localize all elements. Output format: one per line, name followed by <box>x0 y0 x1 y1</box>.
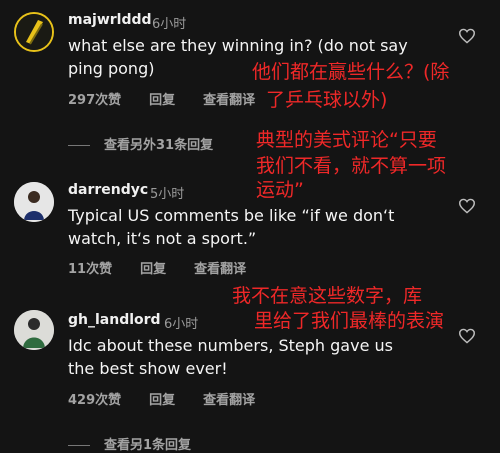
comment-text-line: watch, it‘s not a sport.” <box>68 229 257 248</box>
comment-item: gh_landlord 6小时 Idc about these numbers,… <box>0 280 500 453</box>
comment-actions: 297次赞 回复 查看翻译 <box>68 89 283 108</box>
comment-actions: 11次赞 回复 查看翻译 <box>68 258 274 277</box>
comment-item: darrendyc 5小时 Typical US comments be lik… <box>0 129 500 280</box>
divider-line <box>68 145 90 146</box>
comment-text-line: Idc about these numbers, Steph gave us <box>68 336 393 355</box>
reply-button[interactable]: 回复 <box>140 262 166 277</box>
heart-icon[interactable] <box>458 198 476 214</box>
avatar[interactable] <box>14 12 54 52</box>
comment-text-line: ping pong) <box>68 59 155 78</box>
comment-text-line: Typical US comments be like “if we don‘t <box>68 206 395 225</box>
annotation-text: 了乒乓球以外) <box>266 89 388 111</box>
annotation-text: 我不在意这些数字，库 <box>232 285 423 307</box>
comment-timestamp: 5小时 <box>150 187 185 202</box>
heart-icon[interactable] <box>458 28 476 44</box>
comment-text-line: what else are they winning in? (do not s… <box>68 36 408 55</box>
comment-text-line: the best show ever! <box>68 359 228 378</box>
like-count[interactable]: 297次赞 <box>68 93 121 108</box>
view-more-replies[interactable]: 查看另外31条回复 <box>68 134 213 153</box>
like-count[interactable]: 429次赞 <box>68 393 121 408</box>
comment-username[interactable]: majwrlddd <box>68 12 152 28</box>
avatar[interactable] <box>14 310 54 350</box>
translate-button[interactable]: 查看翻译 <box>194 262 246 277</box>
comment-username[interactable]: darrendyc <box>68 182 148 198</box>
annotation-text: 运动” <box>256 179 304 201</box>
avatar-image <box>14 310 54 350</box>
comment-actions: 429次赞 回复 查看翻译 <box>68 389 283 408</box>
view-more-replies-label[interactable]: 查看另外31条回复 <box>104 138 213 153</box>
comment-timestamp: 6小时 <box>152 17 187 32</box>
heart-icon[interactable] <box>458 328 476 344</box>
avatar-image <box>16 14 52 50</box>
comment-timestamp: 6小时 <box>164 317 199 332</box>
avatar[interactable] <box>14 182 54 222</box>
annotation-text: 我们不看，就不算一项 <box>256 155 447 177</box>
translate-button[interactable]: 查看翻译 <box>203 93 255 108</box>
avatar-image <box>14 182 54 222</box>
translate-button[interactable]: 查看翻译 <box>203 393 255 408</box>
view-more-replies[interactable]: 查看另1条回复 <box>68 434 191 453</box>
like-count[interactable]: 11次赞 <box>68 262 112 277</box>
comment-username[interactable]: gh_landlord <box>68 312 161 328</box>
annotation-text: 里给了我们最棒的表演 <box>254 310 445 332</box>
annotation-text: 典型的美式评论“只要 <box>256 129 437 151</box>
annotation-text: 他们都在赢些什么？(除 <box>252 61 450 83</box>
reply-button[interactable]: 回复 <box>149 393 175 408</box>
reply-button[interactable]: 回复 <box>149 93 175 108</box>
